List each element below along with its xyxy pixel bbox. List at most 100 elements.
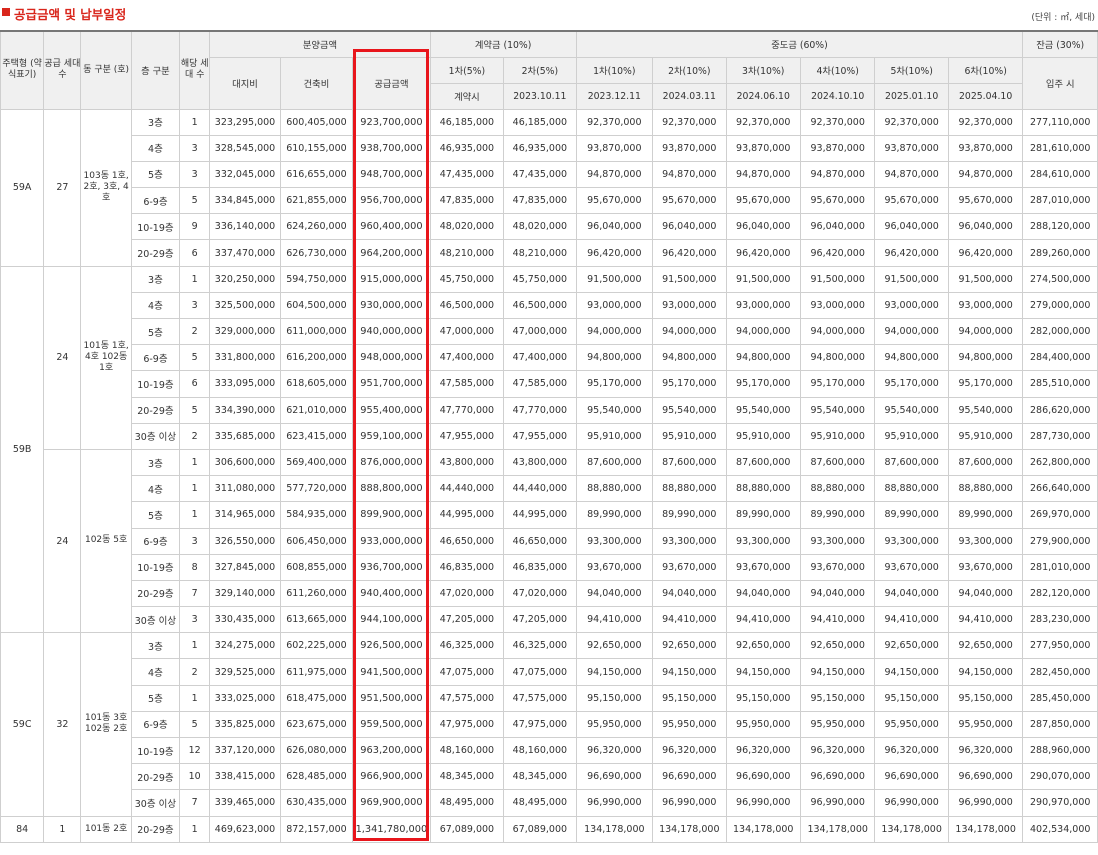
floor-cell: 3층: [130, 265, 181, 293]
mid-3-cell: 96,040,000: [725, 213, 801, 241]
units-cell: 5: [179, 344, 211, 372]
land-cell: 329,525,000: [209, 658, 281, 686]
mid-2-cell: 92,370,000: [652, 108, 727, 136]
balance-cell: 277,110,000: [1022, 108, 1098, 136]
balance-cell: 282,000,000: [1022, 317, 1098, 346]
deposit-2-cell: 47,020,000: [503, 579, 577, 608]
mid-1-cell: 95,540,000: [575, 396, 654, 424]
table-row: 4층 3 325,500,000 604,500,000 930,000,000 46,5…: [1, 291, 1098, 320]
balance-cell: 282,450,000: [1022, 658, 1098, 686]
mid-6-cell: 95,950,000: [947, 710, 1024, 739]
land-cell: 306,600,000: [209, 448, 281, 477]
mid-5-cell: 89,990,000: [874, 501, 949, 529]
balance-cell: 277,950,000: [1022, 632, 1098, 660]
mid-3-cell: 95,910,000: [725, 422, 801, 450]
mid-2-cell: 96,690,000: [652, 763, 727, 791]
mid-6-cell: 94,870,000: [947, 160, 1024, 189]
deposit-1-cell: 47,770,000: [429, 396, 505, 424]
deposit-2-cell: 47,000,000: [503, 317, 577, 346]
table-row: 10-19층 9 336,140,000 624,260,000 960,400,000…: [1, 213, 1098, 241]
land-cell: 329,140,000: [209, 579, 281, 608]
deposit-2-cell: 46,325,000: [503, 632, 577, 660]
mid-5-cell: 96,420,000: [874, 239, 949, 267]
deposit-2-cell: 46,935,000: [503, 134, 577, 162]
mid-4-cell: 95,540,000: [799, 396, 876, 424]
deposit-2-cell: 46,650,000: [503, 527, 577, 555]
total-cell: 938,700,000: [352, 134, 431, 162]
mid-4-cell: 95,950,000: [799, 710, 876, 739]
mid-3-cell: 94,800,000: [725, 344, 801, 372]
total-cell: 966,900,000: [352, 763, 431, 791]
deposit-2-cell: 44,995,000: [503, 501, 577, 529]
mid-3-cell: 95,670,000: [725, 187, 801, 215]
deposit-2-cell: 46,835,000: [503, 553, 577, 581]
mid-5-cell: 134,178,000: [874, 815, 949, 843]
col-building: 동 구분 (호): [80, 30, 132, 110]
mid-3-cell: 92,650,000: [725, 632, 801, 660]
table-row: 6-9층 5 331,800,000 616,200,000 948,000,000 47…: [1, 344, 1098, 372]
mid-4-cell: 92,370,000: [799, 108, 876, 136]
mid-6-cell: 96,990,000: [947, 789, 1024, 817]
land-cell: 335,825,000: [209, 710, 281, 739]
mid-4-cell: 134,178,000: [799, 815, 876, 843]
mid-4-cell: 95,150,000: [799, 684, 876, 712]
mid-4-cell: 96,990,000: [799, 789, 876, 817]
total-cell: 1,341,780,000: [352, 815, 431, 843]
mid-4-cell: 95,170,000: [799, 370, 876, 398]
mid-1-cell: 93,670,000: [575, 553, 654, 581]
col-m2: 2차(10%): [652, 56, 727, 84]
land-cell: 324,275,000: [209, 632, 281, 660]
col-m5: 5차(10%): [874, 56, 949, 84]
deposit-1-cell: 44,440,000: [429, 475, 505, 503]
col-housing-type: 주택형 (약식표기): [0, 30, 45, 110]
mid-1-cell: 96,990,000: [575, 789, 654, 817]
units-cell: 1: [179, 448, 211, 477]
total-cell: 948,000,000: [352, 344, 431, 372]
deposit-2-cell: 47,400,000: [503, 344, 577, 372]
table-row: 84 1 101동 2호 20-29층 1 469,623,000 872,157,000 1…: [0, 815, 1098, 843]
mid-3-cell: 94,040,000: [725, 579, 801, 608]
mid-4-cell: 93,670,000: [799, 553, 876, 581]
mid-3-cell: 94,410,000: [725, 606, 801, 634]
mid-6-cell: 95,670,000: [947, 187, 1024, 215]
mid-6-cell: 92,650,000: [947, 632, 1024, 660]
deposit-2-cell: 47,770,000: [503, 396, 577, 424]
building-cost-cell: 611,975,000: [279, 658, 354, 686]
building-cost-cell: 623,675,000: [279, 710, 354, 739]
deposit-2-cell: 48,345,000: [503, 763, 577, 791]
mid-3-cell: 95,950,000: [725, 710, 801, 739]
deposit-2-cell: 47,975,000: [503, 710, 577, 739]
mid-3-cell: 96,990,000: [725, 789, 801, 817]
mid-4-cell: 94,410,000: [799, 606, 876, 634]
table-row: 5층 2 329,000,000 611,000,000 940,000,000 47,0…: [1, 317, 1098, 346]
mid-2-cell: 96,990,000: [652, 789, 727, 817]
building-cost-cell: 569,400,000: [279, 448, 354, 477]
mid-4-cell: 93,300,000: [799, 527, 876, 555]
deposit-2-cell: 48,020,000: [503, 213, 577, 241]
mid-2-cell: 92,650,000: [652, 632, 727, 660]
deposit-1-cell: 46,325,000: [429, 632, 505, 660]
mid-3-cell: 93,300,000: [725, 527, 801, 555]
units-cell: 2: [179, 658, 211, 686]
table-header: 주택형 (약식표기) 공급 세대수 동 구분 (호) 층 구분 해당 세대 수 …: [0, 30, 1098, 110]
mid-3-cell: 96,320,000: [725, 736, 801, 765]
mid-2-cell: 93,000,000: [652, 291, 727, 320]
mid-5-cell: 92,370,000: [874, 108, 949, 136]
deposit-2-cell: 48,495,000: [503, 789, 577, 817]
col-d1: 1차(5%): [429, 56, 505, 84]
mid-6-cell: 87,600,000: [947, 448, 1024, 477]
floor-cell: 20-29층: [130, 763, 181, 791]
units-cell: 2: [179, 317, 211, 346]
mid-6-cell: 96,420,000: [947, 239, 1024, 267]
col-m3-date: 2024.06.10: [725, 82, 801, 110]
mid-1-cell: 134,178,000: [575, 815, 654, 843]
land-cell: 336,140,000: [209, 213, 281, 241]
building-cost-cell: 616,200,000: [279, 344, 354, 372]
building-cost-cell: 618,475,000: [279, 684, 354, 712]
mid-4-cell: 94,000,000: [799, 317, 876, 346]
mid-2-cell: 88,880,000: [652, 475, 727, 503]
supply-units-cell: 24: [43, 265, 82, 450]
section-header: 공급금액 및 납부일정 (단위 : ㎡, 세대): [0, 0, 1098, 28]
mid-4-cell: 96,690,000: [799, 763, 876, 791]
mid-2-cell: 134,178,000: [652, 815, 727, 843]
